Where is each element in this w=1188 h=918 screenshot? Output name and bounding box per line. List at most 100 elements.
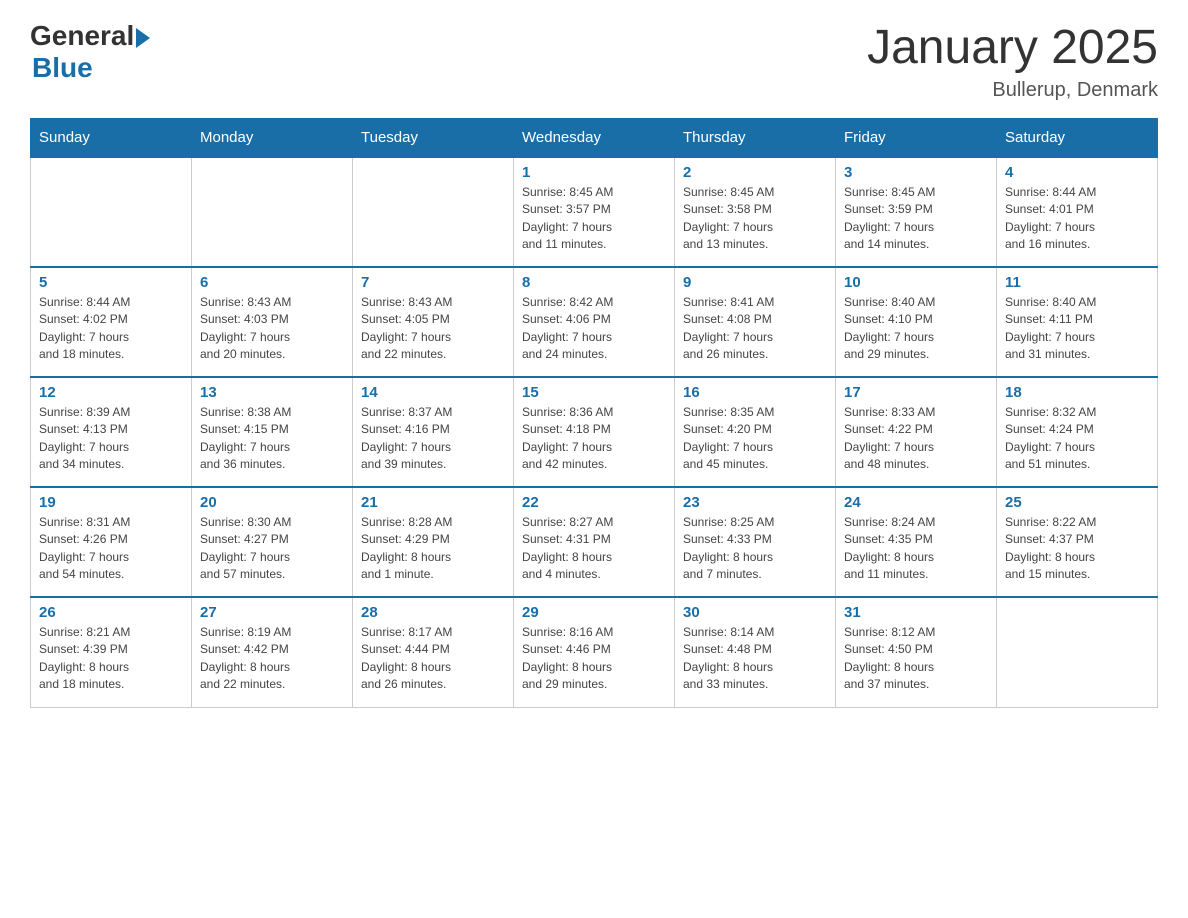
logo-general: General bbox=[30, 20, 134, 52]
calendar-cell: 5 Sunrise: 8:44 AM Sunset: 4:02 PM Daylig… bbox=[31, 267, 192, 377]
calendar-cell: 9Sunrise: 8:41 AM Sunset: 4:08 PM Daylig… bbox=[675, 267, 836, 377]
calendar-cell: 11Sunrise: 8:40 AM Sunset: 4:11 PM Dayli… bbox=[997, 267, 1158, 377]
weekday-header-wednesday: Wednesday bbox=[514, 119, 675, 158]
day-number: 18 bbox=[1005, 384, 1149, 401]
day-info: Sunrise: 8:28 AM Sunset: 4:29 PM Dayligh… bbox=[361, 514, 505, 584]
calendar-cell: 26 Sunrise: 8:21 AM Sunset: 4:39 PM Dayli… bbox=[31, 597, 192, 707]
logo-arrow-icon bbox=[136, 28, 150, 48]
day-number: 19 bbox=[39, 494, 183, 511]
calendar-table: SundayMondayTuesdayWednesdayThursdayFrid… bbox=[30, 118, 1158, 708]
day-number: 31 bbox=[844, 604, 988, 621]
day-info: Sunrise: 8:36 AM Sunset: 4:18 PM Dayligh… bbox=[522, 404, 666, 474]
calendar-cell: 4Sunrise: 8:44 AM Sunset: 4:01 PM Daylig… bbox=[997, 157, 1158, 267]
calendar-cell: 17Sunrise: 8:33 AM Sunset: 4:22 PM Dayli… bbox=[836, 377, 997, 487]
day-number: 21 bbox=[361, 494, 505, 511]
day-number: 6 bbox=[200, 274, 344, 291]
day-number: 24 bbox=[844, 494, 988, 511]
calendar-subtitle: Bullerup, Denmark bbox=[867, 79, 1158, 102]
day-number: 7 bbox=[361, 274, 505, 291]
calendar-cell: 18 Sunrise: 8:32 AM Sunset: 4:24 PM Dayli… bbox=[997, 377, 1158, 487]
day-number: 20 bbox=[200, 494, 344, 511]
calendar-cell bbox=[192, 157, 353, 267]
day-number: 13 bbox=[200, 384, 344, 401]
title-section: January 2025 Bullerup, Denmark bbox=[867, 20, 1158, 102]
day-number: 5 bbox=[39, 274, 183, 291]
calendar-cell: 31 Sunrise: 8:12 AM Sunset: 4:50 PM Dayli… bbox=[836, 597, 997, 707]
day-number: 11 bbox=[1005, 274, 1149, 291]
day-number: 8 bbox=[522, 274, 666, 291]
day-info: Sunrise: 8:40 AM Sunset: 4:10 PM Dayligh… bbox=[844, 294, 988, 364]
day-info: Sunrise: 8:35 AM Sunset: 4:20 PM Dayligh… bbox=[683, 404, 827, 474]
day-info: Sunrise: 8:27 AM Sunset: 4:31 PM Dayligh… bbox=[522, 514, 666, 584]
day-info: Sunrise: 8:37 AM Sunset: 4:16 PM Dayligh… bbox=[361, 404, 505, 474]
calendar-cell: 23 Sunrise: 8:25 AM Sunset: 4:33 PM Dayli… bbox=[675, 487, 836, 597]
day-number: 10 bbox=[844, 274, 988, 291]
calendar-cell: 29 Sunrise: 8:16 AM Sunset: 4:46 PM Dayli… bbox=[514, 597, 675, 707]
day-info: Sunrise: 8:25 AM Sunset: 4:33 PM Dayligh… bbox=[683, 514, 827, 584]
calendar-cell: 22 Sunrise: 8:27 AM Sunset: 4:31 PM Dayli… bbox=[514, 487, 675, 597]
weekday-header-sunday: Sunday bbox=[31, 119, 192, 158]
calendar-cell: 16 Sunrise: 8:35 AM Sunset: 4:20 PM Dayli… bbox=[675, 377, 836, 487]
day-info: Sunrise: 8:24 AM Sunset: 4:35 PM Dayligh… bbox=[844, 514, 988, 584]
weekday-header-tuesday: Tuesday bbox=[353, 119, 514, 158]
calendar-cell bbox=[353, 157, 514, 267]
day-info: Sunrise: 8:21 AM Sunset: 4:39 PM Dayligh… bbox=[39, 624, 183, 694]
day-info: Sunrise: 8:19 AM Sunset: 4:42 PM Dayligh… bbox=[200, 624, 344, 694]
day-number: 29 bbox=[522, 604, 666, 621]
calendar-cell: 12 Sunrise: 8:39 AM Sunset: 4:13 PM Dayli… bbox=[31, 377, 192, 487]
day-number: 25 bbox=[1005, 494, 1149, 511]
calendar-cell: 14 Sunrise: 8:37 AM Sunset: 4:16 PM Dayli… bbox=[353, 377, 514, 487]
day-number: 16 bbox=[683, 384, 827, 401]
day-info: Sunrise: 8:32 AM Sunset: 4:24 PM Dayligh… bbox=[1005, 404, 1149, 474]
calendar-cell: 1Sunrise: 8:45 AM Sunset: 3:57 PM Daylig… bbox=[514, 157, 675, 267]
calendar-cell: 21 Sunrise: 8:28 AM Sunset: 4:29 PM Dayli… bbox=[353, 487, 514, 597]
day-info: Sunrise: 8:43 AM Sunset: 4:05 PM Dayligh… bbox=[361, 294, 505, 364]
day-number: 2 bbox=[683, 164, 827, 181]
calendar-cell: 24 Sunrise: 8:24 AM Sunset: 4:35 PM Dayli… bbox=[836, 487, 997, 597]
weekday-header-friday: Friday bbox=[836, 119, 997, 158]
day-info: Sunrise: 8:38 AM Sunset: 4:15 PM Dayligh… bbox=[200, 404, 344, 474]
weekday-header-saturday: Saturday bbox=[997, 119, 1158, 158]
calendar-cell: 8 Sunrise: 8:42 AM Sunset: 4:06 PM Daylig… bbox=[514, 267, 675, 377]
day-info: Sunrise: 8:45 AM Sunset: 3:58 PM Dayligh… bbox=[683, 184, 827, 254]
calendar-cell: 2 Sunrise: 8:45 AM Sunset: 3:58 PM Daylig… bbox=[675, 157, 836, 267]
day-number: 27 bbox=[200, 604, 344, 621]
day-info: Sunrise: 8:31 AM Sunset: 4:26 PM Dayligh… bbox=[39, 514, 183, 584]
day-number: 12 bbox=[39, 384, 183, 401]
calendar-cell: 28 Sunrise: 8:17 AM Sunset: 4:44 PM Dayli… bbox=[353, 597, 514, 707]
calendar-cell bbox=[997, 597, 1158, 707]
day-info: Sunrise: 8:39 AM Sunset: 4:13 PM Dayligh… bbox=[39, 404, 183, 474]
day-number: 30 bbox=[683, 604, 827, 621]
calendar-cell: 13 Sunrise: 8:38 AM Sunset: 4:15 PM Dayli… bbox=[192, 377, 353, 487]
day-info: Sunrise: 8:14 AM Sunset: 4:48 PM Dayligh… bbox=[683, 624, 827, 694]
day-info: Sunrise: 8:42 AM Sunset: 4:06 PM Dayligh… bbox=[522, 294, 666, 364]
day-number: 26 bbox=[39, 604, 183, 621]
day-number: 14 bbox=[361, 384, 505, 401]
day-info: Sunrise: 8:33 AM Sunset: 4:22 PM Dayligh… bbox=[844, 404, 988, 474]
calendar-cell: 19 Sunrise: 8:31 AM Sunset: 4:26 PM Dayli… bbox=[31, 487, 192, 597]
calendar-cell: 15 Sunrise: 8:36 AM Sunset: 4:18 PM Dayli… bbox=[514, 377, 675, 487]
day-info: Sunrise: 8:12 AM Sunset: 4:50 PM Dayligh… bbox=[844, 624, 988, 694]
weekday-header-thursday: Thursday bbox=[675, 119, 836, 158]
day-info: Sunrise: 8:17 AM Sunset: 4:44 PM Dayligh… bbox=[361, 624, 505, 694]
day-number: 28 bbox=[361, 604, 505, 621]
day-number: 3 bbox=[844, 164, 988, 181]
day-info: Sunrise: 8:44 AM Sunset: 4:02 PM Dayligh… bbox=[39, 294, 183, 364]
day-info: Sunrise: 8:44 AM Sunset: 4:01 PM Dayligh… bbox=[1005, 184, 1149, 254]
day-number: 23 bbox=[683, 494, 827, 511]
calendar-cell: 30 Sunrise: 8:14 AM Sunset: 4:48 PM Dayli… bbox=[675, 597, 836, 707]
calendar-cell: 6Sunrise: 8:43 AM Sunset: 4:03 PM Daylig… bbox=[192, 267, 353, 377]
day-info: Sunrise: 8:16 AM Sunset: 4:46 PM Dayligh… bbox=[522, 624, 666, 694]
page-header: General Blue January 2025 Bullerup, Denm… bbox=[30, 20, 1158, 102]
weekday-header-monday: Monday bbox=[192, 119, 353, 158]
calendar-cell: 7 Sunrise: 8:43 AM Sunset: 4:05 PM Daylig… bbox=[353, 267, 514, 377]
day-info: Sunrise: 8:22 AM Sunset: 4:37 PM Dayligh… bbox=[1005, 514, 1149, 584]
day-info: Sunrise: 8:30 AM Sunset: 4:27 PM Dayligh… bbox=[200, 514, 344, 584]
day-number: 22 bbox=[522, 494, 666, 511]
day-info: Sunrise: 8:41 AM Sunset: 4:08 PM Dayligh… bbox=[683, 294, 827, 364]
calendar-cell: 25 Sunrise: 8:22 AM Sunset: 4:37 PM Dayli… bbox=[997, 487, 1158, 597]
calendar-cell bbox=[31, 157, 192, 267]
calendar-cell: 10 Sunrise: 8:40 AM Sunset: 4:10 PM Dayli… bbox=[836, 267, 997, 377]
logo: General Blue bbox=[30, 20, 150, 84]
day-number: 15 bbox=[522, 384, 666, 401]
